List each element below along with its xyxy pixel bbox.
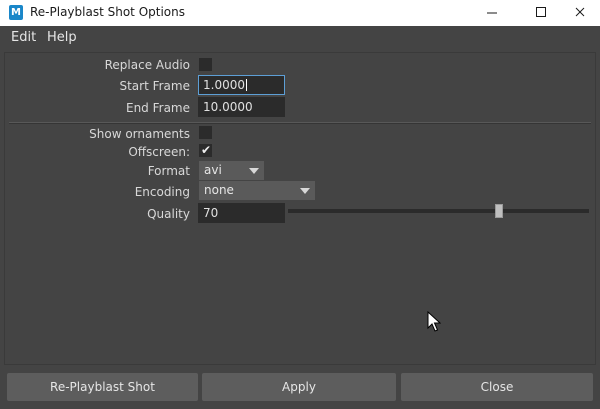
close-icon [575, 7, 585, 17]
quality-slider-track[interactable] [288, 209, 589, 213]
replace-audio-label: Replace Audio [104, 58, 190, 72]
section-divider-shadow [9, 123, 591, 124]
menu-bar: Edit Help [0, 26, 600, 48]
format-value: avi [204, 163, 222, 177]
close-button[interactable]: Close [401, 373, 593, 401]
start-frame-field[interactable]: 1.0000 [198, 75, 285, 95]
start-frame-value: 1.0000 [203, 78, 245, 92]
encoding-dropdown[interactable]: none [199, 181, 315, 200]
menu-edit[interactable]: Edit [11, 30, 36, 45]
mouse-pointer-icon [427, 311, 441, 332]
quality-slider-handle[interactable] [495, 204, 503, 218]
apply-button[interactable]: Apply [202, 373, 396, 401]
quality-value: 70 [203, 206, 219, 220]
encoding-label: Encoding [134, 185, 190, 199]
close-window-button[interactable] [558, 0, 600, 26]
quality-label: Quality [147, 207, 190, 221]
text-caret [246, 79, 247, 91]
replace-audio-checkbox[interactable] [199, 58, 212, 71]
chevron-down-icon [300, 188, 310, 194]
quality-field[interactable]: 70 [198, 203, 285, 223]
format-dropdown[interactable]: avi [199, 161, 264, 180]
checkmark-icon: ✔ [201, 143, 212, 157]
show-ornaments-checkbox[interactable] [199, 126, 212, 139]
chevron-down-icon [249, 168, 259, 174]
offscreen-checkbox[interactable]: ✔ [199, 144, 212, 157]
start-frame-label: Start Frame [119, 79, 190, 93]
end-frame-field[interactable]: 10.0000 [198, 97, 285, 117]
minimize-button[interactable] [469, 0, 515, 26]
menu-help[interactable]: Help [47, 30, 77, 45]
show-ornaments-label: Show ornaments [89, 127, 190, 141]
maximize-icon [536, 7, 546, 17]
maximize-button[interactable] [515, 0, 561, 26]
encoding-value: none [204, 183, 234, 197]
maya-app-icon: M [9, 5, 23, 20]
offscreen-label: Offscreen: [128, 145, 190, 159]
end-frame-value: 10.0000 [203, 100, 253, 114]
title-bar: M Re-Playblast Shot Options [0, 0, 600, 26]
window-title: Re-Playblast Shot Options [30, 5, 185, 19]
end-frame-label: End Frame [125, 101, 190, 115]
format-label: Format [147, 164, 190, 178]
minimize-icon [487, 12, 497, 14]
replayblast-shot-button[interactable]: Re-Playblast Shot [7, 373, 198, 401]
